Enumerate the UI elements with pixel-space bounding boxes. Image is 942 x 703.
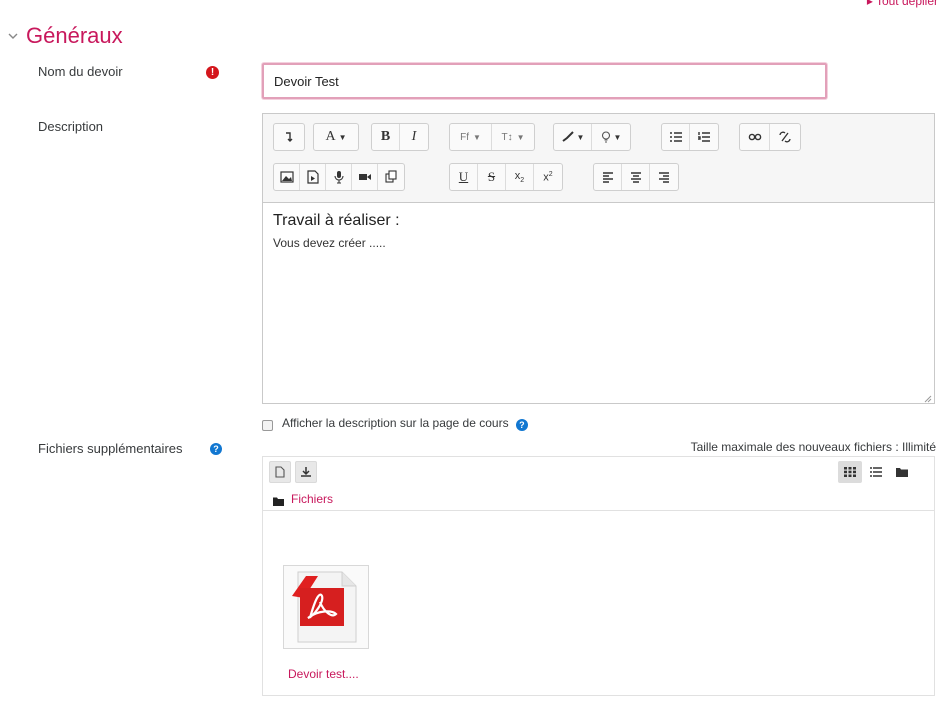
editor-paragraph-text: Vous devez créer .....	[273, 236, 386, 250]
font-size-icon[interactable]: T↕ ▼	[492, 124, 534, 150]
font-color-a-icon[interactable]: A ▼	[314, 124, 358, 150]
description-editor: A ▼ B I Ff ▼ T↕ ▼ ▼ ▼ U S x2 x2 Travail …	[262, 113, 935, 404]
path-folder-link[interactable]: Fichiers	[291, 492, 333, 506]
video-icon[interactable]	[352, 164, 378, 190]
file-manager: Fichiers Devoir test....	[262, 456, 935, 696]
icon-view-icon[interactable]	[838, 461, 862, 483]
download-icon[interactable]	[295, 461, 317, 483]
italic-icon[interactable]: I	[400, 124, 428, 150]
superscript-icon[interactable]: x2	[534, 164, 562, 190]
pdf-file-icon	[292, 571, 357, 643]
list-view-icon[interactable]	[864, 461, 888, 483]
underline-icon[interactable]: U	[450, 164, 478, 190]
file-item[interactable]	[283, 565, 369, 649]
file-name-link[interactable]: Devoir test....	[288, 667, 359, 681]
align-left-icon[interactable]	[594, 164, 622, 190]
collapse-chevron-icon[interactable]	[8, 30, 20, 42]
name-label: Nom du devoir	[38, 64, 123, 79]
media-icon[interactable]	[300, 164, 326, 190]
required-icon: !	[206, 66, 219, 79]
manage-files-icon[interactable]	[378, 164, 404, 190]
file-manager-toolbar	[263, 457, 934, 487]
folder-icon	[273, 494, 284, 509]
font-family-icon[interactable]: Ff ▼	[450, 124, 492, 150]
add-file-icon[interactable]	[269, 461, 291, 483]
editor-heading-text: Travail à réaliser :	[273, 212, 400, 229]
editor-content-area[interactable]: Travail à réaliser : Vous devez créer ..…	[263, 204, 934, 403]
section-title[interactable]: Généraux	[26, 23, 123, 49]
max-file-size-text: Taille maximale des nouveaux fichiers : …	[690, 440, 936, 454]
align-right-icon[interactable]	[650, 164, 678, 190]
link-icon[interactable]	[740, 124, 770, 150]
microphone-icon[interactable]	[326, 164, 352, 190]
show-description-label: Afficher la description sur la page de c…	[282, 416, 528, 431]
strikethrough-icon[interactable]: S	[478, 164, 506, 190]
bold-icon[interactable]: B	[372, 124, 400, 150]
help-icon[interactable]: ?	[515, 419, 528, 431]
show-more-icon[interactable]	[274, 124, 304, 150]
align-center-icon[interactable]	[622, 164, 650, 190]
resize-handle-icon[interactable]	[922, 391, 932, 403]
expand-all-link[interactable]: ▸ Tout déplier	[867, 0, 938, 8]
tree-view-folder-icon[interactable]	[890, 461, 914, 483]
ordered-list-icon[interactable]	[690, 124, 718, 150]
description-label: Description	[38, 119, 104, 134]
image-icon[interactable]	[274, 164, 300, 190]
unordered-list-icon[interactable]	[662, 124, 690, 150]
show-description-checkbox[interactable]	[262, 420, 273, 431]
file-path-breadcrumb: Fichiers	[263, 487, 934, 511]
subscript-icon[interactable]: x2	[506, 164, 534, 190]
assignment-name-input[interactable]	[262, 63, 827, 99]
lightbulb-icon[interactable]: ▼	[592, 124, 630, 150]
additional-files-label: Fichiers supplémentaires	[38, 441, 183, 456]
brush-icon[interactable]: ▼	[554, 124, 592, 150]
help-icon[interactable]: ?	[210, 443, 222, 455]
editor-toolbar: A ▼ B I Ff ▼ T↕ ▼ ▼ ▼ U S x2 x2	[263, 114, 934, 203]
unlink-icon[interactable]	[770, 124, 800, 150]
